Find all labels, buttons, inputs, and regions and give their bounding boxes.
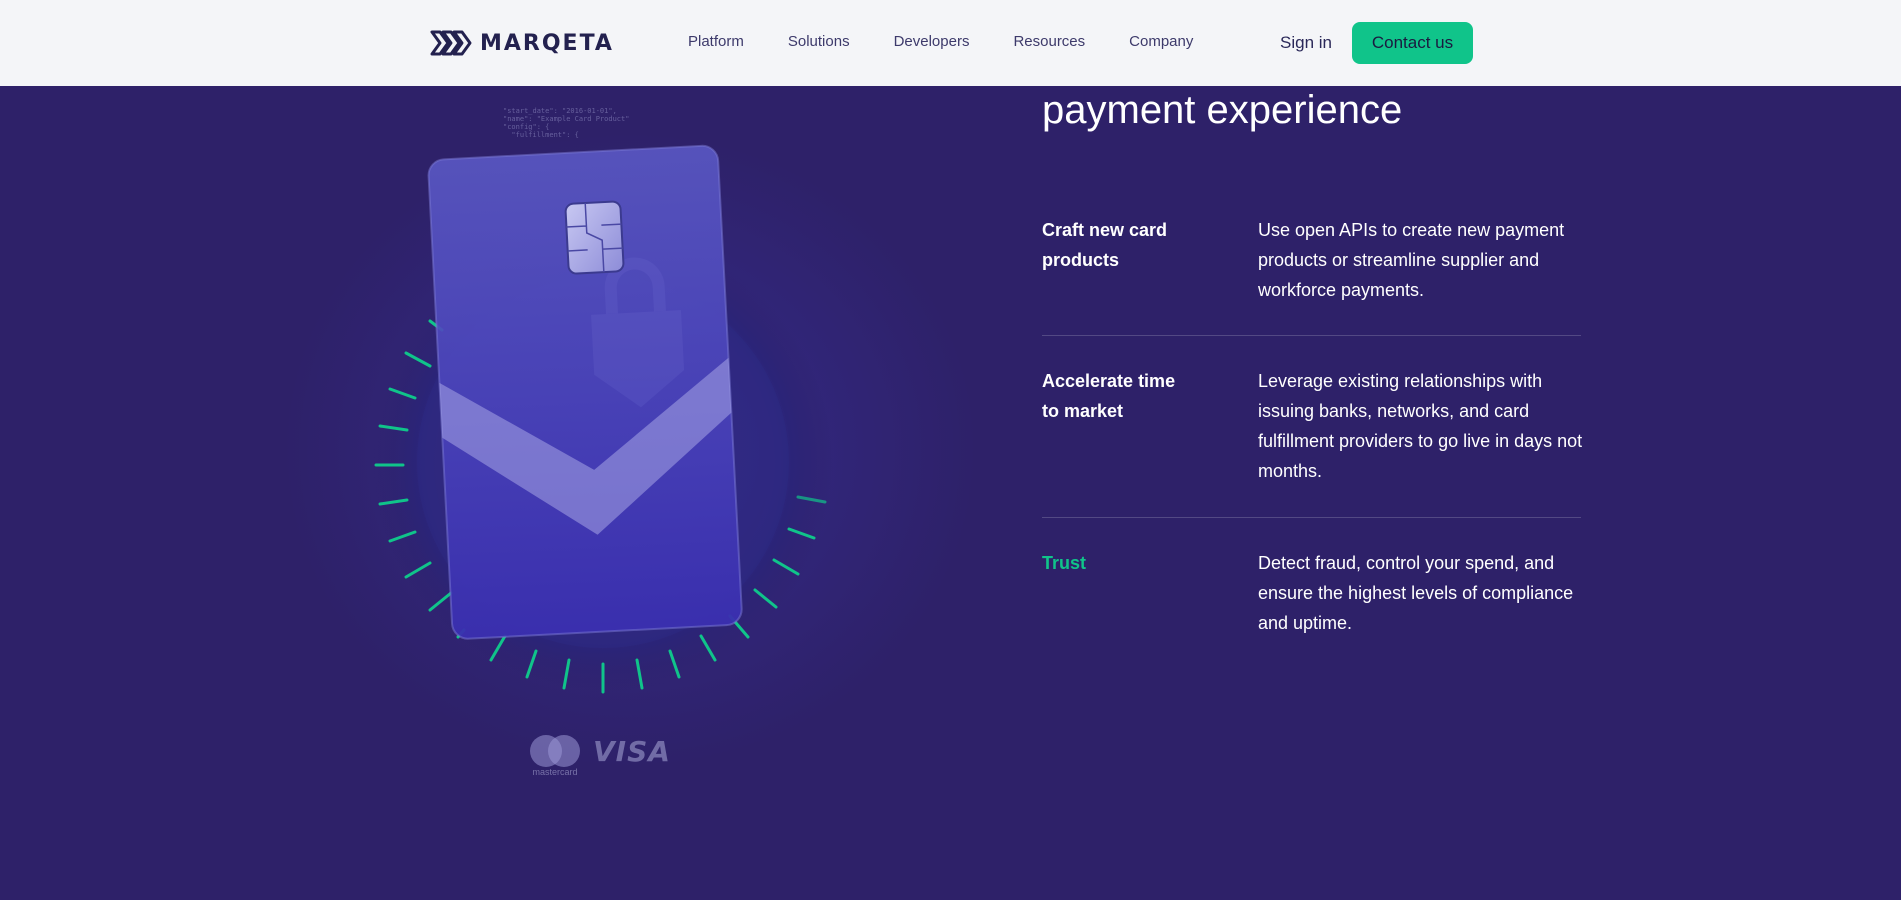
nav-developers[interactable]: Developers: [894, 33, 970, 50]
payment-card: [427, 144, 743, 640]
nav-platform[interactable]: Platform: [688, 33, 744, 50]
feature-description: Leverage existing relationships with iss…: [1258, 371, 1583, 481]
mastercard-circles-icon: [530, 735, 580, 767]
section-heading: payment experience: [1042, 88, 1403, 132]
card-illustration: [373, 144, 833, 694]
nav-company[interactable]: Company: [1129, 33, 1193, 50]
sign-in-link[interactable]: Sign in: [1280, 33, 1332, 53]
card-chip: [564, 200, 625, 275]
feature-title: Accelerate time to market: [1042, 371, 1176, 421]
contact-us-button[interactable]: Contact us: [1352, 22, 1473, 64]
feature-description: Detect fraud, control your spend, and en…: [1258, 553, 1574, 633]
marqeta-logo[interactable]: MARQETA: [430, 30, 614, 56]
main-nav: Platform Solutions Developers Resources …: [688, 33, 1237, 50]
logo-wordmark: MARQETA: [480, 30, 614, 56]
feature-description: Use open APIs to create new payment prod…: [1258, 220, 1565, 300]
mastercard-label: mastercard: [532, 767, 578, 777]
feature-divider: [1042, 517, 1581, 518]
feature-title: Craft new card products: [1042, 220, 1168, 270]
visa-logo: VISA: [593, 735, 671, 768]
feature-divider: [1042, 335, 1581, 336]
nav-resources[interactable]: Resources: [1013, 33, 1085, 50]
site-header: MARQETA Platform Solutions Developers Re…: [0, 0, 1901, 86]
card-networks: mastercard VISA: [527, 734, 671, 777]
mastercard-logo: mastercard: [527, 734, 583, 777]
nav-solutions[interactable]: Solutions: [788, 33, 850, 50]
feature-title-active[interactable]: Trust: [1042, 548, 1182, 578]
chevron-logo-icon: [430, 30, 472, 56]
